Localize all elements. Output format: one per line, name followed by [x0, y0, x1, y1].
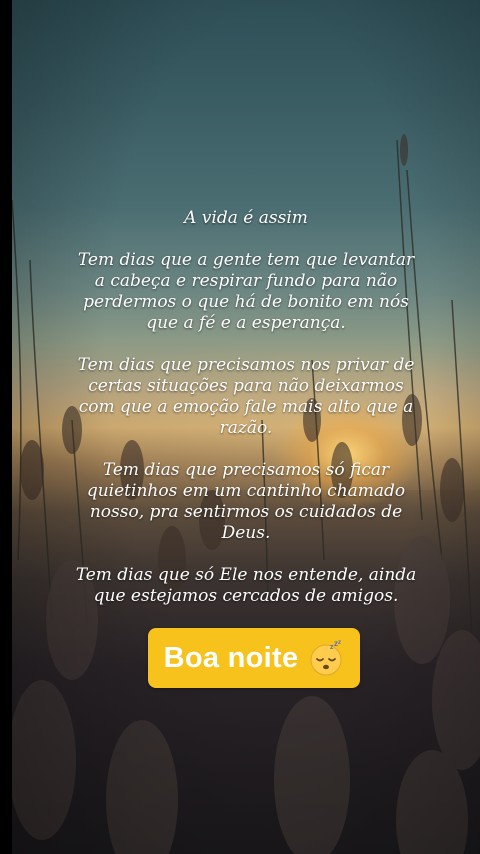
post-title: A vida é assim: [184, 208, 308, 228]
sticker-label: Boa noite: [163, 641, 299, 674]
paragraph-3: Tem dias que precisamos só ficar quietin…: [86, 460, 406, 543]
paragraph-2: Tem dias que precisamos nos privar de ce…: [77, 355, 415, 438]
svg-text:z: z: [338, 640, 341, 646]
paragraph-4: Tem dias que só Ele nos entende, ainda q…: [75, 565, 417, 606]
sleeping-face-icon: z z z: [310, 640, 342, 676]
paragraph-1: Tem dias que a gente tem que levantar a …: [77, 250, 415, 333]
message-text: A vida é assim Tem dias que a gente tem …: [12, 208, 480, 628]
boa-noite-sticker: Boa noite z z z: [148, 628, 360, 688]
story-frame: A vida é assim Tem dias que a gente tem …: [0, 0, 480, 854]
